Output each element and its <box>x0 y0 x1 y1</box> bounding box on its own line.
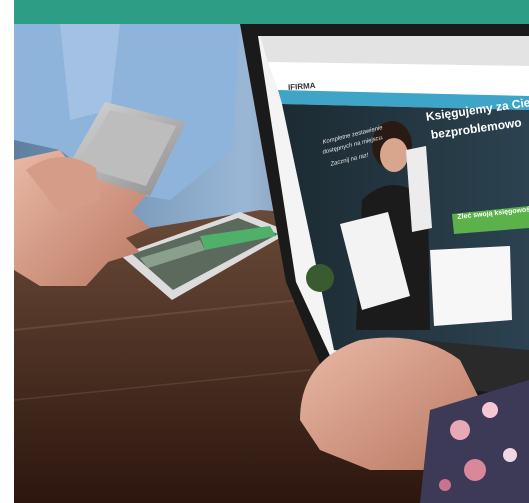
top-banner <box>14 0 529 24</box>
photo-frame: IFIRMA Księgujemy za Ciebie bezproblemow… <box>0 0 529 503</box>
office-photo <box>0 0 529 503</box>
